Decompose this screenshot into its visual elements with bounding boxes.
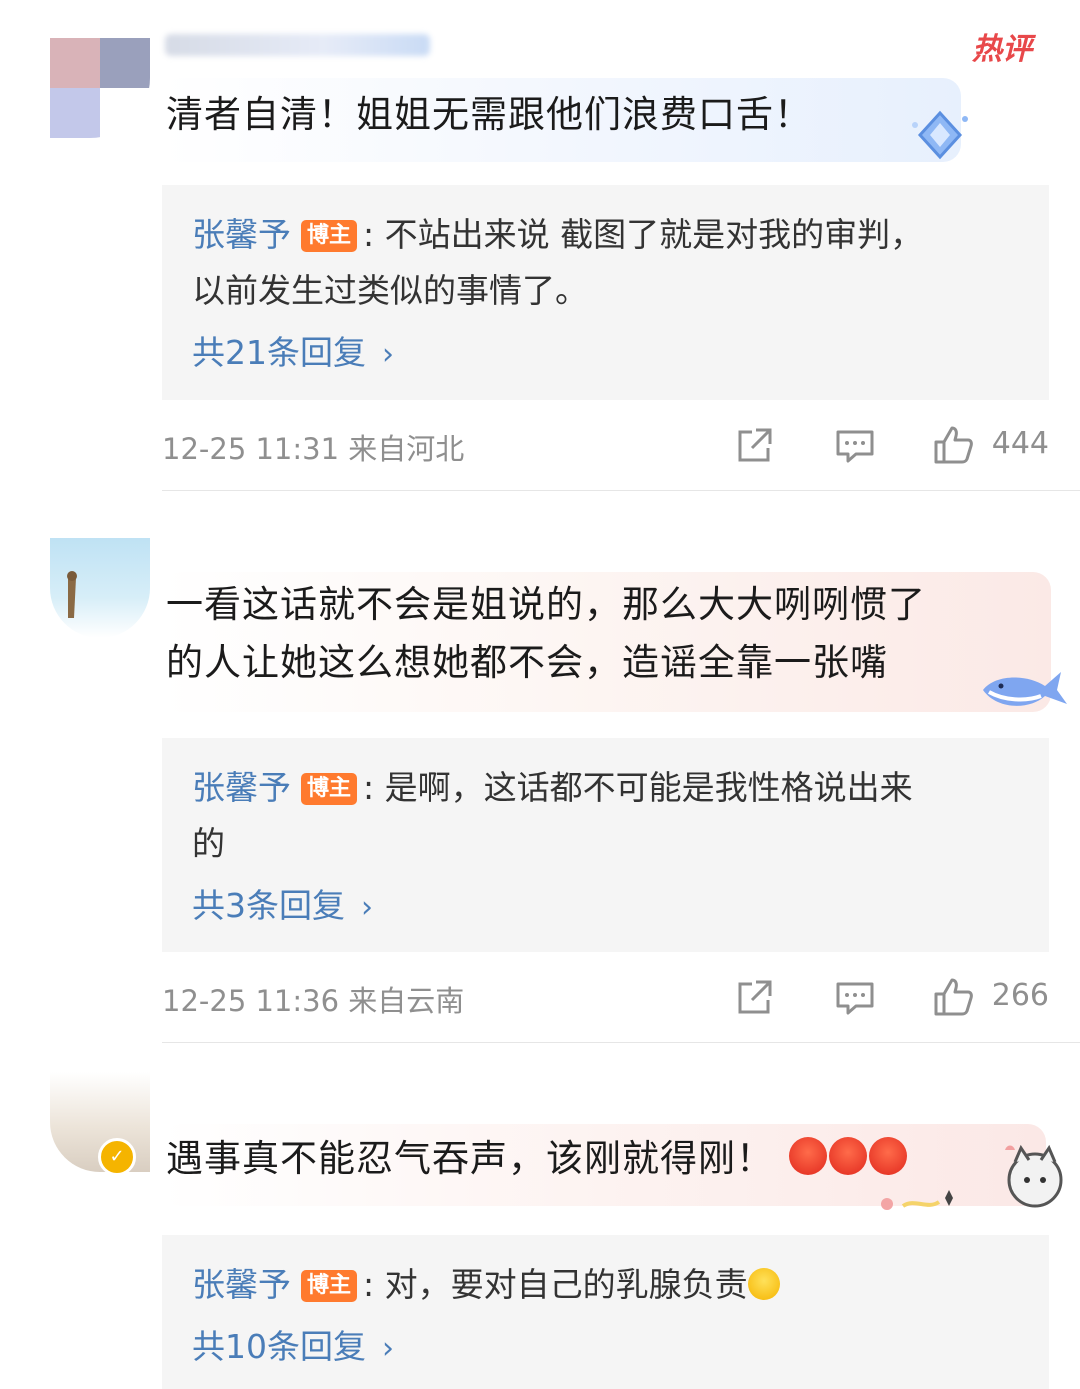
comment-text-line2: 的人让她这么想她都不会，造谣全靠一张嘴: [166, 641, 888, 684]
comment-meta: 12-25 11:36 来自云南 266: [162, 970, 1049, 1030]
divider: [162, 1042, 1080, 1043]
reply-text-line2: 以前发生过类似的事情了。: [192, 271, 588, 310]
whale-decoration-icon: [983, 672, 1067, 706]
reply-count: 共10条回复: [192, 1327, 366, 1366]
angry-emoji-icon: [828, 1137, 867, 1175]
reply-box[interactable]: 张馨予 博主: 不站出来说 截图了就是对我的审判， 以前发生过类似的事情了。 共2…: [162, 185, 1049, 400]
like-count: 444: [991, 426, 1049, 461]
reply-count: 共3条回复: [192, 886, 345, 925]
thumbs-up-icon[interactable]: [932, 424, 974, 466]
verified-badge-icon: ✓: [98, 1138, 136, 1176]
reply-text: : 不站出来说 截图了就是对我的审判，: [363, 215, 924, 254]
reply-author[interactable]: 张馨予: [192, 768, 291, 807]
reply-count-link[interactable]: 共10条回复 ›: [192, 1313, 1019, 1377]
reply-content: 张馨予 博主: 是啊，这话都不可能是我性格说出来: [192, 760, 1019, 816]
comment-text: 清者自清！姐姐无需跟他们浪费口舌！: [166, 93, 812, 136]
laugh-cry-emoji-icon: [747, 1268, 780, 1300]
reply-text-line2: 的: [192, 824, 225, 863]
comment-meta: 12-25 11:31 来自河北 444: [162, 418, 1049, 478]
diamond-decoration-icon: [912, 110, 968, 160]
reply-count-link[interactable]: 共3条回复 ›: [192, 872, 1019, 936]
timestamp-location: 12-25 11:31 来自河北: [162, 432, 465, 466]
reply-content: 张馨予 博主: 不站出来说 截图了就是对我的审判，: [192, 207, 1019, 263]
comment-text-line1: 一看这话就不会是姐说的，那么大大咧咧惯了: [166, 583, 926, 626]
reply-box[interactable]: 张馨予 博主: 是啊，这话都不可能是我性格说出来 的 共3条回复 ›: [162, 738, 1049, 952]
reply-content: 张馨予 博主: 对，要对自己的乳腺负责: [192, 1257, 1019, 1313]
thumbs-up-icon[interactable]: [932, 976, 974, 1018]
giraffe-avatar-icon: [67, 571, 77, 618]
reply-author[interactable]: 张馨予: [192, 1265, 291, 1304]
divider: [162, 490, 1080, 491]
like-count: 266: [991, 978, 1049, 1013]
reply-box[interactable]: 张馨予 博主: 对，要对自己的乳腺负责 共10条回复 ›: [162, 1235, 1049, 1389]
chevron-right-icon: ›: [382, 337, 394, 372]
cat-sticker-decoration-icon: [881, 1144, 1063, 1210]
avatar[interactable]: [50, 38, 150, 138]
blogger-tag: 博主: [301, 1270, 358, 1302]
comment-icon[interactable]: [834, 424, 876, 466]
chevron-right-icon: ›: [361, 890, 373, 925]
angry-emoji-icon: [788, 1137, 827, 1175]
reply-count-link[interactable]: 共21条回复 ›: [192, 319, 1019, 383]
share-icon[interactable]: [734, 424, 776, 466]
share-icon[interactable]: [734, 976, 776, 1018]
comment-bubble: 一看这话就不会是姐说的，那么大大咧咧惯了 的人让她这么想她都不会，造谣全靠一张嘴: [162, 572, 1051, 712]
reply-count: 共21条回复: [192, 333, 366, 372]
username[interactable]: [165, 34, 430, 56]
comment-bubble: 清者自清！姐姐无需跟他们浪费口舌！: [162, 78, 961, 162]
timestamp-location: 12-25 11:36 来自云南: [162, 984, 465, 1018]
reply-text: : 是啊，这话都不可能是我性格说出来: [363, 768, 913, 807]
avatar[interactable]: [50, 538, 150, 638]
hot-comment-badge: 热评: [972, 32, 1032, 67]
reply-text: : 对，要对自己的乳腺负责: [363, 1265, 748, 1304]
comment-icon[interactable]: [834, 976, 876, 1018]
blogger-tag: 博主: [301, 220, 358, 252]
blogger-tag: 博主: [301, 773, 358, 805]
chevron-right-icon: ›: [382, 1331, 394, 1366]
reply-author[interactable]: 张馨予: [192, 215, 291, 254]
